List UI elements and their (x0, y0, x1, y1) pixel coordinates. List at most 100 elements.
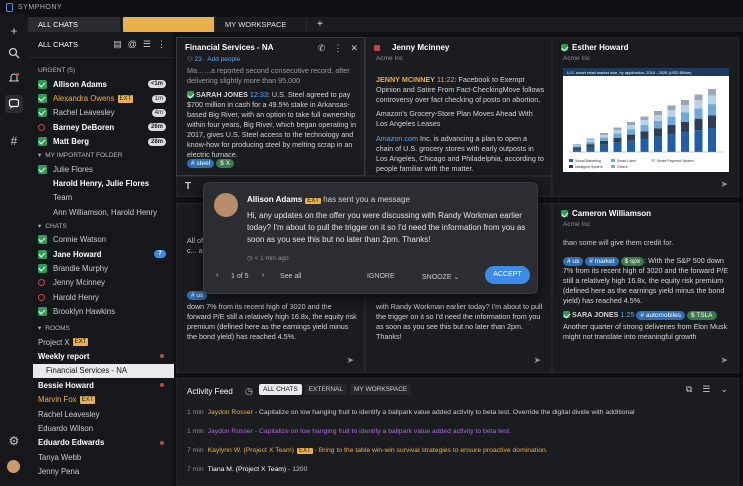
filter-icon[interactable]: ☰ (702, 384, 710, 395)
message-time: 12:33 (249, 90, 268, 99)
add-tab-button[interactable]: + (307, 17, 333, 32)
sidebar-item-project-x[interactable]: Project X EXT (28, 335, 174, 349)
hashtag-chip[interactable]: # market (585, 257, 619, 266)
sidebar-item-marvin-fox[interactable]: Marvin Fox EXT (28, 392, 174, 406)
gear-icon[interactable]: ⚙ (7, 434, 21, 448)
sidebar-item-julie-flores[interactable]: Julie Flores (28, 162, 174, 176)
sidebar-item-connie-watson[interactable]: Connie Watson (28, 233, 174, 247)
legend-swatch (611, 165, 615, 168)
filter-icon[interactable]: ☰ (143, 39, 151, 50)
time-badge: 28m (147, 137, 166, 146)
hashtag-chip[interactable]: # us (563, 257, 584, 266)
feed-time: 7 min (187, 447, 204, 454)
section-my-important-folder[interactable]: ▾ MY IMPORTANT FOLDER (28, 149, 174, 162)
more-icon[interactable]: ⋮ (333, 43, 342, 54)
cashtag-chip[interactable]: $ X (216, 159, 234, 168)
sidebar-item-rachel-leavesley[interactable]: Rachel Leavesley 4m (28, 106, 174, 120)
more-icon[interactable]: ⋮ (157, 39, 166, 50)
bell-icon[interactable] (7, 72, 21, 86)
popout-icon[interactable]: ⧉ (686, 384, 692, 395)
chevron-down-icon: ▾ (38, 151, 42, 159)
sidebar-item-weekly-report[interactable]: Weekly report (28, 349, 174, 363)
feed-row[interactable]: 1 min Jaydon Rosser - Capitalize on low h… (187, 428, 511, 435)
sidebar-item-alexandra-owens[interactable]: Alexandra Owens EXT 1m (28, 91, 174, 105)
user-avatar[interactable] (7, 460, 20, 473)
time-text: < 1 min ago (254, 255, 289, 262)
sidebar-item-bessie-howard[interactable]: Bessie Howard (28, 378, 174, 392)
sidebar-item-ann-harold[interactable]: Ann Williamson, Harold Henry (28, 205, 174, 219)
sidebar-item-team[interactable]: Team (28, 191, 174, 205)
message-link[interactable]: Amazon.com (376, 134, 418, 143)
cashtag-chip[interactable]: $ spx (620, 257, 645, 266)
feed-row[interactable]: 7 min Tiana M. (Project X Team) - 1200 (187, 466, 307, 473)
next-icon[interactable]: › (262, 272, 264, 279)
sidebar-item-brooklyn-hawkins[interactable]: Brooklyn Hawkins (28, 304, 174, 318)
see-all-link[interactable]: See all (280, 273, 301, 280)
sidebar-item-eduardo-edwards[interactable]: Eduardo Edwards (28, 436, 174, 450)
sidebar-item-jenny-pena[interactable]: Jenny Pena (28, 464, 174, 478)
chat-pane-cameron-williamson[interactable]: Cameron Williamson Acme Inc than some wi… (552, 203, 739, 373)
chat-pane-financial-services[interactable]: Financial Services - NA ⚇ 23 · Add peopl… (176, 37, 365, 176)
sidebar-item-harold-henry[interactable]: Harold Henry (28, 290, 174, 304)
chart-bar-segment (694, 118, 703, 131)
feed-sender: Kaylynn W. (Project X Team) (207, 447, 294, 454)
send-icon[interactable]: ➤ (533, 355, 541, 366)
tab-my-workspace[interactable]: MY WORKSPACE (215, 17, 307, 32)
clock-icon[interactable]: ◷ (245, 386, 253, 397)
ignore-button[interactable]: IGNORE (367, 273, 395, 280)
sidebar-item-rachel-leavesley-room[interactable]: Rachel Leavesley (28, 407, 174, 421)
hashtag-icon[interactable]: # (7, 134, 21, 148)
alert-dot (160, 383, 164, 388)
send-icon[interactable]: ➤ (720, 179, 728, 190)
online-status-icon (563, 311, 570, 318)
sidebar-item-financial-services[interactable]: Financial Services - NA (33, 363, 174, 379)
sidebar-item-allison-adams[interactable]: Allison Adams <1m (28, 77, 174, 91)
phone-icon[interactable]: ✆ (318, 43, 326, 54)
online-status-icon (38, 307, 47, 317)
sidebar-item-matt-berg[interactable]: Matt Berg 28m (28, 135, 174, 149)
send-icon[interactable]: ➤ (720, 355, 728, 366)
sidebar-item-tanya-webb[interactable]: Tanya Webb (28, 450, 174, 464)
sidebar-item-eduardo-wilson[interactable]: Eduardo Wilson (28, 421, 174, 435)
list-view-icon[interactable]: ▤ (113, 39, 122, 50)
ext-badge: EXT (305, 198, 321, 204)
close-icon[interactable]: ✕ (350, 43, 358, 54)
sidebar-item-brandie-murphy[interactable]: Brandie Murphy (28, 261, 174, 275)
tab-external[interactable]: EXTERNAL (123, 17, 215, 32)
pane-subtitle[interactable]: ⚇ 23 · Add people (187, 55, 240, 63)
send-icon[interactable]: ➤ (346, 355, 354, 366)
hashtag-chip[interactable]: # automobiles (636, 311, 685, 320)
mention-icon[interactable]: @ (128, 39, 137, 50)
prev-icon[interactable]: ‹ (216, 272, 218, 279)
message: Amazon.com Inc. is advancing a plan to o… (376, 134, 546, 174)
pane-subtitle: Acme Inc (376, 55, 404, 62)
hashtag-chip[interactable]: # steel (187, 159, 215, 168)
chat-pane-jenny-mcinney[interactable]: Jenny Mcinney Acme Inc JENNY MCINNEY 11:… (365, 37, 552, 176)
pane-subtitle: Acme Inc (563, 221, 591, 228)
text-format-icon[interactable]: T (185, 181, 191, 192)
chat-icon[interactable] (5, 95, 23, 113)
feed-row[interactable]: 1 min Jaydon Rosser - Capitalize on low h… (187, 409, 635, 416)
feed-tab-my-workspace[interactable]: MY WORKSPACE (350, 384, 412, 395)
chart-image[interactable]: U.S. smart retail market size, by applic… (563, 68, 729, 172)
section-rooms[interactable]: ▾ ROOMS (28, 322, 174, 335)
sidebar-item-harold-julie[interactable]: Harold Henry, Julie Flores (28, 176, 174, 190)
tab-all-chats[interactable]: ALL CHATS (28, 17, 120, 32)
section-chats[interactable]: ▾ CHATS (28, 220, 174, 233)
search-icon[interactable] (7, 47, 21, 61)
plus-icon[interactable]: + (7, 24, 21, 38)
accept-button[interactable]: ACCEPT (485, 266, 530, 284)
sidebar-item-barney-deboren[interactable]: Barney DeBoren 26m (28, 120, 174, 134)
feed-row[interactable]: 7 min Kaylynn W. (Project X Team) EXT - Br… (187, 447, 548, 455)
chevron-down-icon[interactable]: ⌄ (720, 384, 728, 395)
chat-pane-esther-howard[interactable]: Esther Howard Acme Inc U.S. smart retail… (552, 37, 739, 197)
feed-tab-external[interactable]: EXTERNAL (304, 384, 348, 395)
snooze-button[interactable]: SNOOZE ⌄ (422, 273, 459, 281)
sidebar-item-jane-howard[interactable]: Jane Howard 7 (28, 247, 174, 261)
feed-tab-all-chats[interactable]: ALL CHATS (259, 384, 302, 395)
sidebar-item-jenny-mcinney[interactable]: Jenny Mcinney (28, 276, 174, 290)
section-urgent[interactable]: URGENT (5) (28, 64, 174, 77)
message-notification-popup[interactable]: Allison Adams EXT has sent you a message … (203, 182, 538, 294)
chart-bar-segment (613, 142, 622, 152)
cashtag-chip[interactable]: $ TSLA (686, 311, 717, 320)
